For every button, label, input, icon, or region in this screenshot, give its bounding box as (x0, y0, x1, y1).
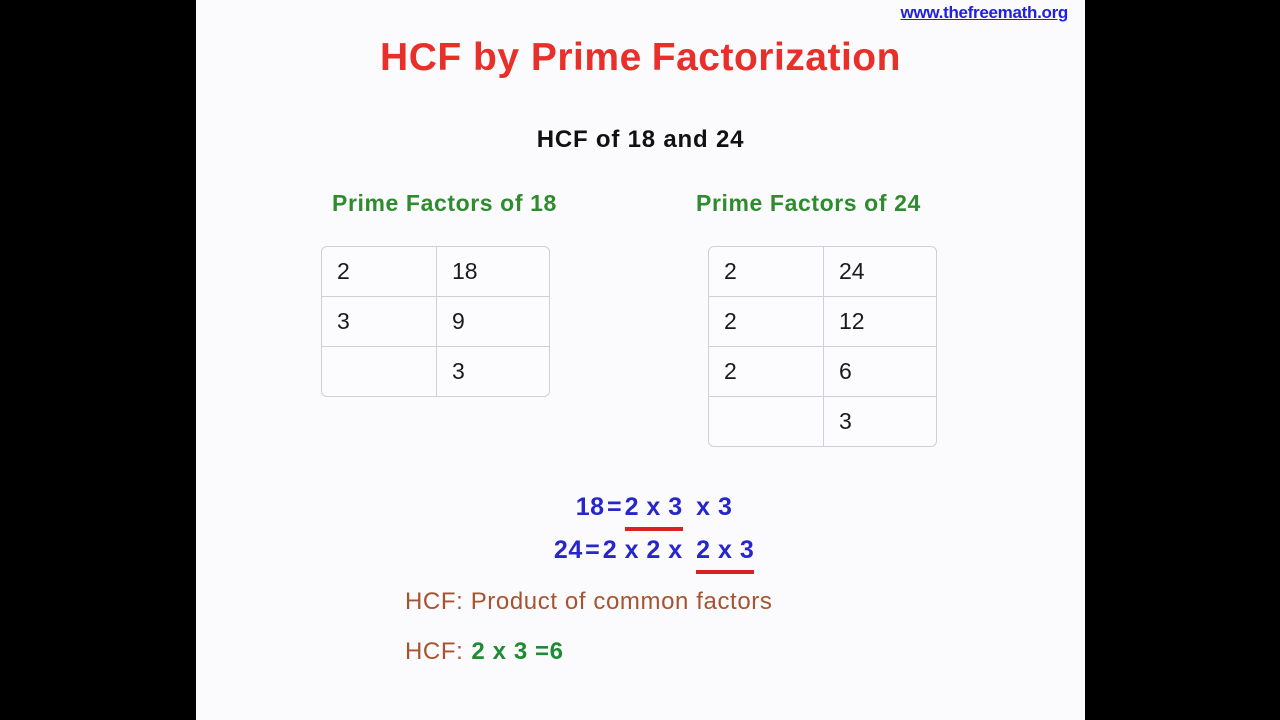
divisor-cell (322, 347, 437, 396)
dividend-cell: 6 (838, 358, 852, 384)
hcf-answer-expression-group: 2 x 3 =6 (463, 638, 563, 665)
equals-sign: = (585, 536, 601, 564)
divisor-cell: 2 (709, 347, 824, 396)
dividend-cell: 3 (451, 358, 465, 384)
dividend-cell: 18 (451, 258, 478, 284)
division-table-right: 2 24 2 12 2 6 3 (708, 246, 937, 447)
table-row: 3 (709, 396, 936, 446)
slide-content-area: www.thefreemath.org HCF by Prime Factoriz… (196, 0, 1085, 720)
hcf-label: HCF: (405, 638, 464, 665)
dividend-cell: 24 (838, 258, 865, 284)
table-row: 3 (322, 346, 549, 396)
table-row: 2 12 (709, 296, 936, 346)
dividend-cell: 3 (838, 408, 852, 434)
page-title-part1: HCF by Prime (380, 36, 642, 79)
video-frame: www.thefreemath.org HCF by Prime Factoriz… (0, 0, 1280, 720)
divisor-cell: 2 (709, 247, 824, 296)
divisor-cell (709, 397, 824, 446)
page-title-part2: Factorization (651, 36, 901, 79)
hcf-answer-value: 6 (549, 638, 564, 665)
factorization-equations: 18=2 x 3 x 3 24=2 x 2 x 2 x 3 (196, 488, 1085, 574)
equation-18-common-factors: 2 x 3 (624, 488, 683, 531)
prime-factors-header-right: Prime Factors of 24 (696, 190, 921, 216)
divisor-cell: 2 (709, 297, 824, 346)
hcf-rule-line: HCF: Product of common factors (405, 588, 772, 616)
hcf-answer-line: HCF: 2 x 3 =6 (405, 638, 564, 666)
hcf-answer-expression: 2 x 3 = (471, 638, 550, 665)
equation-18-remaining-factor: x 3 (696, 493, 733, 521)
division-table-left: 2 18 3 9 3 (321, 246, 550, 397)
divisor-cell: 3 (322, 297, 437, 346)
website-watermark-link[interactable]: www.thefreemath.org (901, 3, 1069, 23)
equation-24: 24=2 x 2 x 2 x 3 (196, 531, 1085, 574)
equation-18-tail-spacer (683, 493, 696, 521)
equation-24-common-factors: 2 x 3 (696, 531, 755, 574)
equation-18-lhs: 18 (575, 493, 605, 521)
equation-24-leading-factors: 2 x 2 x (602, 536, 683, 564)
page-title: HCF by Prime Factorization (196, 36, 1085, 80)
hcf-label: HCF: (405, 588, 464, 615)
dividend-cell: 9 (451, 308, 465, 334)
equation-24-head-spacer (683, 536, 696, 564)
divisor-cell: 2 (322, 247, 437, 296)
equation-24-lhs: 24 (553, 536, 583, 564)
table-row: 3 9 (322, 296, 549, 346)
equation-18: 18=2 x 3 x 3 (196, 488, 1085, 531)
dividend-cell: 12 (838, 308, 865, 334)
table-row: 2 18 (322, 247, 549, 296)
hcf-rule-text: Product of common factors (470, 588, 773, 615)
prime-factors-header-left: Prime Factors of 18 (332, 190, 557, 216)
table-row: 2 24 (709, 247, 936, 296)
equals-sign: = (607, 493, 623, 521)
problem-statement: HCF of 18 and 24 (536, 126, 745, 153)
table-row: 2 6 (709, 346, 936, 396)
